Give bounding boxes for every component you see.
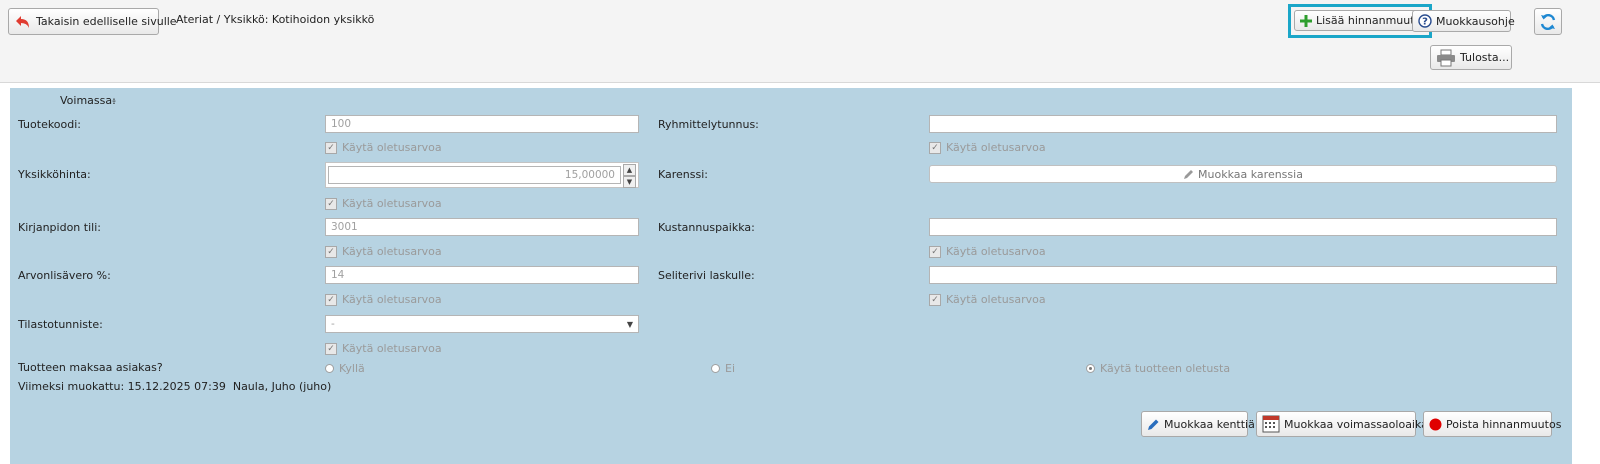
print-button[interactable]: Tulosta... [1430,45,1512,70]
invoice-text-default-checkbox[interactable]: ✓ Käytä oletusarvoa [929,293,1046,306]
checkmark-icon: ✓ [325,141,337,154]
unit-price-label: Yksikköhinta: [18,168,91,181]
print-label: Tulosta... [1460,51,1510,64]
add-price-change-button[interactable]: Lisää hinnanmuutos [1294,10,1428,31]
radio-product-default-label: Käytä tuotteen oletusta [1100,362,1231,375]
checkmark-icon: ✓ [325,245,337,258]
checkmark-icon: ✓ [929,141,941,154]
stat-id-value: - [331,318,335,330]
edit-help-button[interactable]: ? Muokkausohje [1412,10,1515,32]
refresh-icon [1538,12,1558,32]
pencil-icon [1147,418,1160,431]
validity-label: Voimassa: [60,94,116,107]
delete-price-change-button[interactable]: Poista hinnanmuutos [1423,411,1561,437]
calendar-icon [1262,415,1280,433]
back-arrow-icon [14,13,32,31]
vat-value: 14 [331,269,345,281]
group-code-default-checkbox[interactable]: ✓ Käytä oletusarvoa [929,141,1046,154]
account-field[interactable]: 3001 [325,218,639,236]
refresh-button[interactable] [1534,8,1562,35]
dropdown-caret-icon: ▼ [626,319,633,329]
back-button-label: Takaisin edelliselle sivulle [36,15,177,28]
product-code-label: Tuotekoodi: [18,118,82,131]
group-code-label: Ryhmittelytunnus: [658,118,759,131]
edit-help-label: Muokkausohje [1436,14,1515,28]
radio-no[interactable]: Ei [711,362,735,375]
radio-no-label: Ei [725,362,736,375]
unit-price-value: 15,00000 [564,169,615,181]
account-default-checkbox[interactable]: ✓ Käytä oletusarvoa [325,245,442,258]
checkbox-label: Käytä oletusarvoa [946,245,1046,258]
back-button[interactable]: Takaisin edelliselle sivulle [8,8,177,35]
account-label: Kirjanpidon tili: [18,221,101,234]
svg-text:?: ? [1422,17,1428,28]
delete-price-change-label: Poista hinnanmuutos [1446,417,1562,431]
edit-karenssi-label: Muokkaa karenssia [1198,167,1303,181]
checkbox-label: Käytä oletusarvoa [342,342,442,355]
radio-yes[interactable]: Kyllä [325,362,365,375]
checkmark-icon: ✓ [325,342,337,355]
plus-icon [1300,14,1312,27]
add-price-change-label: Lisää hinnanmuutos [1316,14,1428,27]
cost-center-label: Kustannuspaikka: [658,221,755,234]
invoice-text-field[interactable] [929,266,1557,284]
unit-price-field[interactable]: 15,00000 ▲ ▼ [325,162,639,188]
edit-validity-label: Muokkaa voimassaoloaikaa [1284,417,1435,431]
stat-id-select[interactable]: - ▼ [325,315,639,333]
product-code-field[interactable]: 100 [325,115,639,133]
checkmark-icon: ✓ [929,293,941,306]
stat-id-default-checkbox[interactable]: ✓ Käytä oletusarvoa [325,342,442,355]
breadcrumb: Ateriat / Yksikkö: Kotihoidon yksikkö [176,13,375,26]
cost-center-default-checkbox[interactable]: ✓ Käytä oletusarvoa [929,245,1046,258]
vat-default-checkbox[interactable]: ✓ Käytä oletusarvoa [325,293,442,306]
edit-fields-label: Muokkaa kenttiä [1164,417,1255,431]
vat-label: Arvonlisävero %: [18,269,111,282]
radio-yes-label: Kyllä [339,362,365,375]
printer-icon [1436,49,1456,67]
checkmark-icon: ✓ [325,197,337,210]
pencil-icon [1183,169,1194,180]
account-value: 3001 [331,221,358,233]
price-form-panel: Voimassa: - Tuotekoodi: 100 Ryhmittelytu… [10,88,1572,464]
karenssi-label: Karenssi: [658,168,709,181]
edit-fields-button[interactable]: Muokkaa kenttiä [1141,411,1255,437]
group-code-field[interactable] [929,115,1557,133]
last-modified: Viimeksi muokattu: 15.12.2025 07:39 Naul… [18,380,332,393]
radio-icon [711,364,720,373]
checkbox-label: Käytä oletusarvoa [946,141,1046,154]
checkbox-label: Käytä oletusarvoa [342,293,442,306]
checkbox-label: Käytä oletusarvoa [342,197,442,210]
unit-price-input[interactable]: 15,00000 [328,166,621,184]
spin-down-icon[interactable]: ▼ [623,176,636,188]
edit-validity-button[interactable]: Muokkaa voimassaoloaikaa [1256,411,1435,437]
stat-id-label: Tilastotunniste: [18,318,103,331]
spin-up-icon[interactable]: ▲ [623,164,636,176]
checkmark-icon: ✓ [325,293,337,306]
customer-pays-label: Tuotteen maksaa asiakas? [18,361,163,374]
checkbox-label: Käytä oletusarvoa [342,141,442,154]
checkbox-label: Käytä oletusarvoa [946,293,1046,306]
red-dot-icon [1429,418,1442,431]
checkbox-label: Käytä oletusarvoa [342,245,442,258]
validity-value: - [112,94,116,107]
cost-center-field[interactable] [929,218,1557,236]
radio-selected-icon [1086,364,1095,373]
product-code-default-checkbox[interactable]: ✓ Käytä oletusarvoa [325,141,442,154]
edit-karenssi-button[interactable]: Muokkaa karenssia [929,165,1557,183]
radio-icon [325,364,334,373]
product-code-value: 100 [331,118,352,130]
unit-price-default-checkbox[interactable]: ✓ Käytä oletusarvoa [325,197,442,210]
vat-field[interactable]: 14 [325,266,639,284]
checkmark-icon: ✓ [929,245,941,258]
unit-price-spinner[interactable]: ▲ ▼ [623,164,636,188]
invoice-text-label: Seliterivi laskulle: [658,269,755,282]
help-icon: ? [1418,14,1432,28]
radio-product-default[interactable]: Käytä tuotteen oletusta [1086,362,1230,375]
